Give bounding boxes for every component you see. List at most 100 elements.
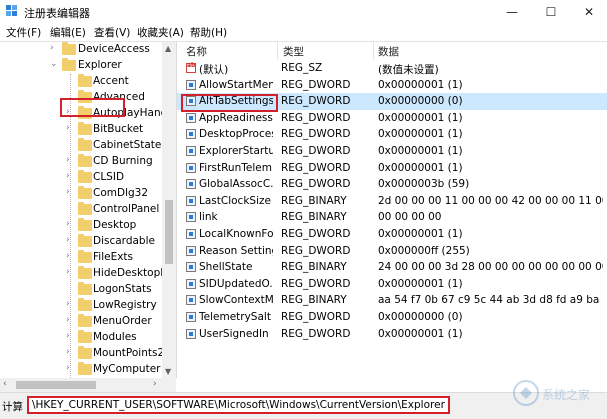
- menu-edit[interactable]: 编辑(E): [50, 25, 86, 40]
- expand-chevron-icon[interactable]: ›: [66, 267, 70, 277]
- value-type: REG_BINARY: [281, 261, 347, 274]
- scroll-down-icon[interactable]: ▼: [165, 367, 171, 376]
- value-row[interactable]: Reason Setting REG_DWORD 0x000000ff (255): [177, 243, 607, 260]
- expand-chevron-icon[interactable]: ›: [66, 315, 70, 325]
- value-type: REG_DWORD: [281, 95, 351, 108]
- value-name: GlobalAssocC...: [199, 178, 273, 191]
- value-row[interactable]: LocalKnownFo... REG_DWORD 0x00000001 (1): [177, 226, 607, 243]
- value-name: AllowStartMen...: [199, 78, 273, 91]
- tree-item[interactable]: LogonStats: [0, 282, 170, 298]
- menu-file[interactable]: 文件(F): [6, 25, 41, 40]
- folder-icon: [78, 122, 92, 135]
- expand-chevron-icon[interactable]: ›: [66, 235, 70, 245]
- column-separator[interactable]: [373, 42, 374, 60]
- value-row[interactable]: link REG_BINARY 00 00 00 00: [177, 209, 607, 226]
- tree-scroll-thumb[interactable]: [165, 200, 173, 264]
- column-header-type[interactable]: 类型: [283, 44, 304, 59]
- tree-item[interactable]: › HideDesktopIc: [0, 266, 170, 282]
- binary-value-icon: [186, 262, 196, 273]
- column-separator[interactable]: [277, 42, 278, 60]
- value-type: REG_DWORD: [281, 111, 351, 124]
- tree-item[interactable]: ⌄ Explorer: [0, 58, 170, 74]
- tree-vertical-scrollbar[interactable]: ▲ ▼: [162, 42, 176, 378]
- expand-chevron-icon[interactable]: ›: [66, 299, 70, 309]
- folder-icon: [62, 42, 76, 55]
- expand-chevron-icon[interactable]: ›: [66, 347, 70, 357]
- expand-chevron-icon[interactable]: ›: [50, 43, 54, 53]
- tree-item[interactable]: CabinetState: [0, 138, 170, 154]
- value-row[interactable]: ShellState REG_BINARY 24 00 00 00 3d 28 00…: [177, 259, 607, 276]
- expand-chevron-icon[interactable]: ›: [66, 155, 70, 165]
- value-row[interactable]: AppReadiness... REG_DWORD 0x00000001 (1): [177, 110, 607, 127]
- folder-icon: [78, 170, 92, 183]
- tree-item[interactable]: › FileExts: [0, 250, 170, 266]
- scroll-up-icon[interactable]: ▲: [165, 44, 171, 53]
- expand-chevron-icon[interactable]: ›: [66, 219, 70, 229]
- scroll-right-icon[interactable]: ›: [153, 379, 157, 389]
- maximize-button[interactable]: ☐: [536, 2, 566, 22]
- values-list[interactable]: 名称 类型 数据 (默认)REG_SZ(数值未设置)AllowStartMen.…: [177, 42, 607, 392]
- value-type: REG_BINARY: [281, 211, 347, 224]
- tree-item[interactable]: › Modules: [0, 330, 170, 346]
- tree-item-label: HideDesktopIc: [93, 267, 170, 279]
- tree-item[interactable]: › CD Burning: [0, 154, 170, 170]
- tree-item[interactable]: › MyComputer: [0, 362, 170, 378]
- tree-item-label: CabinetState: [93, 139, 162, 151]
- watermark-text: 系统之家: [542, 387, 590, 402]
- tree-item[interactable]: › BitBucket: [0, 122, 170, 138]
- value-row[interactable]: DesktopProcess REG_DWORD 0x00000001 (1): [177, 126, 607, 143]
- expand-chevron-icon[interactable]: ›: [66, 123, 70, 133]
- folder-icon: [78, 202, 92, 215]
- close-button[interactable]: ✕: [574, 2, 604, 22]
- status-label: 计算: [2, 401, 23, 413]
- tree-item[interactable]: › Discardable: [0, 234, 170, 250]
- tree-item[interactable]: › DeviceAccess: [0, 42, 170, 58]
- value-row[interactable]: (默认) REG_SZ (数值未设置): [177, 60, 607, 77]
- value-row[interactable]: AllowStartMen... REG_DWORD 0x00000001 (1): [177, 77, 607, 94]
- menu-help[interactable]: 帮助(H): [190, 25, 227, 40]
- folder-icon: [78, 298, 92, 311]
- tree-item-label: LogonStats: [93, 283, 152, 295]
- column-header-data[interactable]: 数据: [378, 44, 399, 59]
- value-data: 0x00000001 (1): [378, 327, 463, 340]
- value-row[interactable]: ExplorerStartu... REG_DWORD 0x00000001 (1): [177, 143, 607, 160]
- tree-item[interactable]: › MountPoints2: [0, 346, 170, 362]
- expand-chevron-icon[interactable]: ›: [66, 171, 70, 181]
- tree-item[interactable]: › MenuOrder: [0, 314, 170, 330]
- tree-item[interactable]: › ComDlg32: [0, 186, 170, 202]
- value-row[interactable]: SlowContextM... REG_BINARY aa 54 f7 0b 67 …: [177, 292, 607, 309]
- folder-icon: [78, 234, 92, 247]
- expand-chevron-icon[interactable]: ›: [66, 363, 70, 373]
- value-row[interactable]: SIDUpdatedO... REG_DWORD 0x00000001 (1): [177, 276, 607, 293]
- value-row[interactable]: UserSignedIn REG_DWORD 0x00000001 (1): [177, 326, 607, 343]
- tree-item[interactable]: › CLSID: [0, 170, 170, 186]
- minimize-button[interactable]: —: [497, 2, 527, 22]
- expand-chevron-icon[interactable]: ›: [66, 251, 70, 261]
- value-type: REG_DWORD: [281, 244, 351, 257]
- tree-hscroll-thumb[interactable]: [16, 381, 96, 389]
- tree-item[interactable]: Accent: [0, 74, 170, 90]
- tree-item[interactable]: › Desktop: [0, 218, 170, 234]
- expand-chevron-icon[interactable]: ›: [66, 331, 70, 341]
- menu-favorites[interactable]: 收藏夹(A): [137, 25, 184, 40]
- value-row[interactable]: GlobalAssocC... REG_DWORD 0x0000003b (59): [177, 176, 607, 193]
- menu-view[interactable]: 查看(V): [94, 25, 130, 40]
- tree-item-label: FileExts: [93, 251, 134, 263]
- key-tree[interactable]: › DeviceAccess ⌄ Explorer Accent Advanced › Aut…: [0, 42, 177, 378]
- tree-item[interactable]: › LowRegistry: [0, 298, 170, 314]
- scroll-left-icon[interactable]: ‹: [3, 379, 7, 389]
- binary-value-icon: [186, 195, 196, 206]
- tree-horizontal-scrollbar[interactable]: ‹ ›: [0, 378, 176, 392]
- value-row[interactable]: TelemetrySalt REG_DWORD 0x00000000 (0): [177, 309, 607, 326]
- tree-item[interactable]: ControlPanel: [0, 202, 170, 218]
- value-type: REG_DWORD: [281, 128, 351, 141]
- value-row[interactable]: FirstRunTelem... REG_DWORD 0x00000001 (1): [177, 160, 607, 177]
- collapse-chevron-icon[interactable]: ⌄: [50, 59, 58, 69]
- value-name: UserSignedIn: [199, 327, 269, 340]
- expand-chevron-icon[interactable]: ›: [66, 187, 70, 197]
- value-row[interactable]: LastClockSize REG_BINARY 2d 00 00 00 11 00…: [177, 193, 607, 210]
- binary-value-icon: [186, 162, 196, 173]
- value-name: SIDUpdatedO...: [199, 277, 273, 290]
- column-header-name[interactable]: 名称: [186, 44, 207, 59]
- value-name: Reason Setting: [199, 244, 273, 257]
